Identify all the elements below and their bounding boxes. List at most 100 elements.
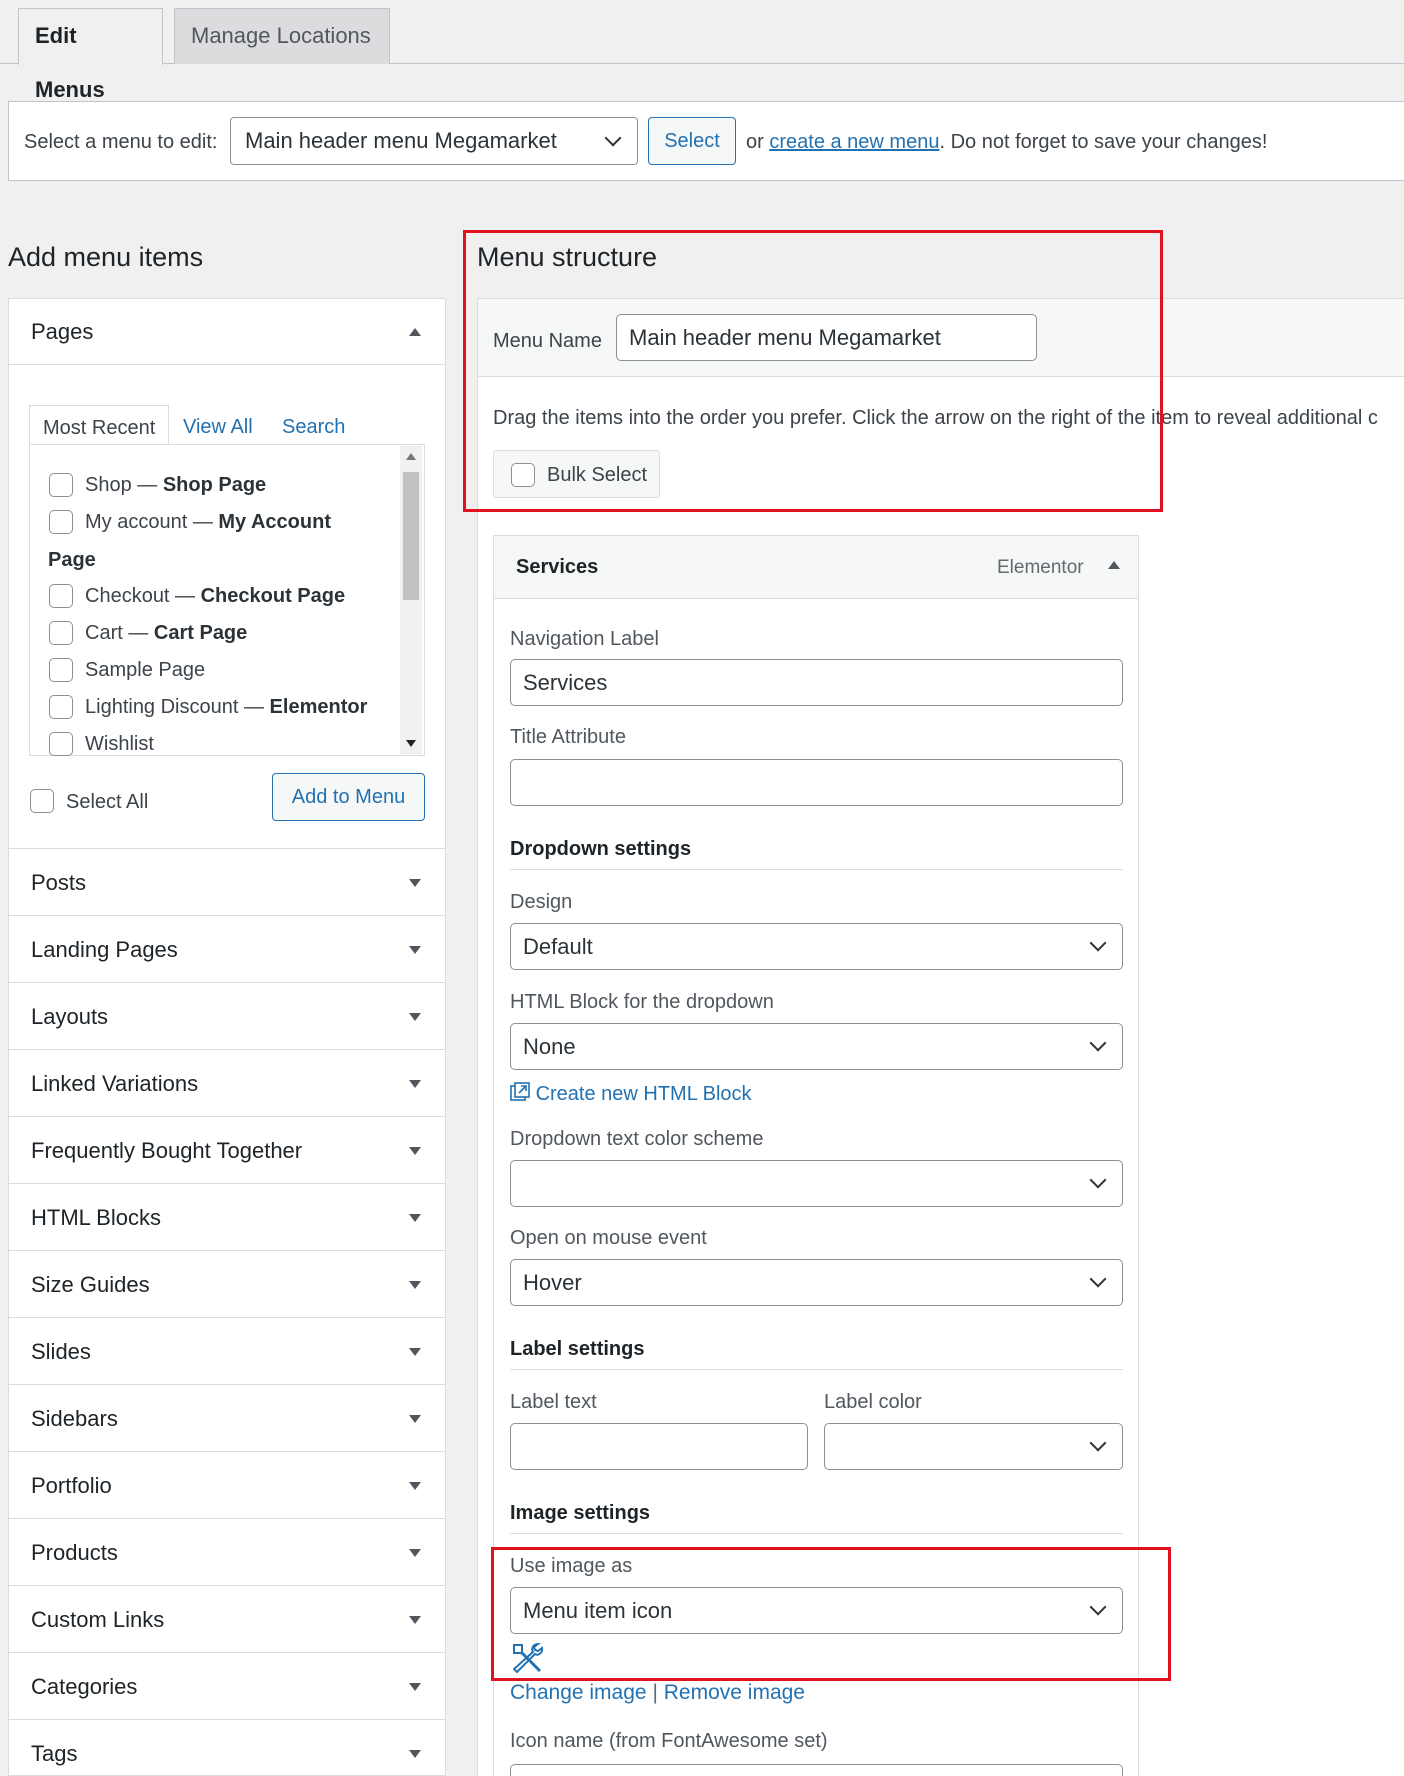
section-portfolio[interactable]: Portfolio xyxy=(8,1452,446,1519)
design-label: Design xyxy=(510,891,573,913)
menu-select[interactable]: Main header menu Megamarket xyxy=(230,117,638,165)
expand-arrow-icon xyxy=(409,946,421,954)
page-checkbox-lighting-discount[interactable] xyxy=(49,695,73,719)
expand-arrow-icon xyxy=(409,1482,421,1490)
html-block-label: HTML Block for the dropdown xyxy=(510,991,774,1013)
menu-item-header[interactable]: Services Elementor xyxy=(494,536,1138,599)
icon-name-input[interactable] xyxy=(510,1764,1123,1776)
pages-list-scrollbar[interactable] xyxy=(400,446,422,754)
page-checkbox-shop[interactable] xyxy=(49,473,73,497)
select-button[interactable]: Select xyxy=(648,117,736,165)
tab-edit-menus[interactable]: Edit Menus xyxy=(18,8,163,102)
chevron-down-icon xyxy=(1089,934,1107,952)
save-reminder-text: . Do not forget to save your changes! xyxy=(939,131,1268,153)
section-categories-title: Categories xyxy=(31,1674,138,1699)
label-text-label: Label text xyxy=(510,1391,597,1413)
scroll-up-arrow-icon[interactable] xyxy=(406,453,416,460)
label-text-input[interactable] xyxy=(510,1423,808,1470)
pages-tab-most-recent[interactable]: Most Recent xyxy=(29,405,169,445)
section-posts[interactable]: Posts xyxy=(8,849,446,916)
section-html-blocks-title: HTML Blocks xyxy=(31,1205,161,1230)
section-slides-title: Slides xyxy=(31,1339,91,1364)
icon-name-label: Icon name (from FontAwesome set) xyxy=(510,1730,828,1752)
nav-label-label: Navigation Label xyxy=(510,628,659,650)
chevron-down-icon xyxy=(604,129,622,147)
select-all-checkbox[interactable] xyxy=(30,789,54,813)
html-block-select-value: None xyxy=(523,1034,576,1059)
chevron-down-icon xyxy=(1089,1270,1107,1288)
page-checkbox-wishlist[interactable] xyxy=(49,732,73,756)
page-item-cart: Cart — Cart Page xyxy=(85,622,248,644)
highlight-box-menu-structure xyxy=(463,230,1163,512)
page-checkbox-sample[interactable] xyxy=(49,658,73,682)
mouse-event-select-value: Hover xyxy=(523,1270,582,1295)
section-frequently-bought-together[interactable]: Frequently Bought Together xyxy=(8,1117,446,1184)
expand-arrow-icon xyxy=(409,1549,421,1557)
pages-panel-header[interactable]: Pages xyxy=(9,299,445,365)
or-text: or xyxy=(746,131,764,153)
section-linked-variations[interactable]: Linked Variations xyxy=(8,1050,446,1117)
page-item-my-account: My account — My Account xyxy=(85,511,331,533)
design-select[interactable]: Default xyxy=(510,923,1123,970)
create-menu-text: or create a new menu. Do not forget to s… xyxy=(746,131,1267,154)
add-to-menu-button[interactable]: Add to Menu xyxy=(272,773,425,821)
title-attribute-label: Title Attribute xyxy=(510,726,626,748)
create-html-block-link[interactable]: Create new HTML Block xyxy=(510,1082,752,1106)
dropdown-settings-heading: Dropdown settings xyxy=(510,838,692,860)
section-posts-title: Posts xyxy=(31,870,87,895)
page-item-sample: Sample Page xyxy=(85,659,206,681)
expand-arrow-icon xyxy=(409,1013,421,1021)
section-custom-links-title: Custom Links xyxy=(31,1607,165,1632)
page-checkbox-my-account[interactable] xyxy=(49,510,73,534)
remove-image-link[interactable]: Remove image xyxy=(664,1681,805,1704)
section-custom-links[interactable]: Custom Links xyxy=(8,1586,446,1653)
expand-arrow-icon xyxy=(409,1214,421,1222)
html-block-select[interactable]: None xyxy=(510,1023,1123,1070)
pages-tab-search[interactable]: Search xyxy=(282,416,345,439)
tab-manage-locations[interactable]: Manage Locations xyxy=(174,8,390,64)
menu-item-title: Services xyxy=(516,556,599,578)
create-new-menu-link[interactable]: create a new menu xyxy=(769,131,939,153)
section-tags-title: Tags xyxy=(31,1741,78,1766)
section-products[interactable]: Products xyxy=(8,1519,446,1586)
collapse-arrow-icon xyxy=(409,328,421,336)
page-checkbox-cart[interactable] xyxy=(49,621,73,645)
page-item-checkout: Checkout — Checkout Page xyxy=(85,585,346,607)
dropdown-settings-divider xyxy=(510,869,1123,870)
page-item-my-account-wrap: Page xyxy=(48,549,96,571)
pages-tab-view-all[interactable]: View All xyxy=(183,416,253,439)
chevron-down-icon xyxy=(1089,1434,1107,1452)
title-attribute-input[interactable] xyxy=(510,759,1123,806)
chevron-down-icon xyxy=(1089,1034,1107,1052)
scroll-down-arrow-icon[interactable] xyxy=(406,740,416,747)
menu-select-value: Main header menu Megamarket xyxy=(245,128,557,153)
section-size-guides[interactable]: Size Guides xyxy=(8,1251,446,1318)
select-all-label: Select All xyxy=(66,791,149,813)
add-menu-items-heading: Add menu items xyxy=(8,242,204,272)
section-categories[interactable]: Categories xyxy=(8,1653,446,1720)
section-sidebars[interactable]: Sidebars xyxy=(8,1385,446,1452)
section-slides[interactable]: Slides xyxy=(8,1318,446,1385)
label-color-select[interactable] xyxy=(824,1423,1123,1470)
image-actions: Change image | Remove image xyxy=(510,1681,805,1705)
text-color-scheme-select[interactable] xyxy=(510,1160,1123,1207)
label-settings-divider xyxy=(510,1369,1123,1370)
page-checkbox-checkout[interactable] xyxy=(49,584,73,608)
collapse-item-arrow-icon[interactable] xyxy=(1108,561,1120,569)
mouse-event-select[interactable]: Hover xyxy=(510,1259,1123,1306)
pages-panel-title: Pages xyxy=(31,319,94,344)
section-landing-pages[interactable]: Landing Pages xyxy=(8,916,446,983)
section-layouts-title: Layouts xyxy=(31,1004,109,1029)
nav-label-input[interactable]: Services xyxy=(510,659,1123,706)
section-layouts[interactable]: Layouts xyxy=(8,983,446,1050)
expand-arrow-icon xyxy=(409,1750,421,1758)
section-products-title: Products xyxy=(31,1540,118,1565)
page-item-lighting-discount: Lighting Discount — Elementor xyxy=(85,696,368,718)
expand-arrow-icon xyxy=(409,1080,421,1088)
select-menu-label: Select a menu to edit: xyxy=(24,131,218,153)
scrollbar-thumb[interactable] xyxy=(403,472,419,600)
section-tags[interactable]: Tags xyxy=(8,1720,446,1776)
section-html-blocks[interactable]: HTML Blocks xyxy=(8,1184,446,1251)
change-image-link[interactable]: Change image xyxy=(510,1681,647,1704)
menu-item-type: Elementor xyxy=(997,557,1084,578)
